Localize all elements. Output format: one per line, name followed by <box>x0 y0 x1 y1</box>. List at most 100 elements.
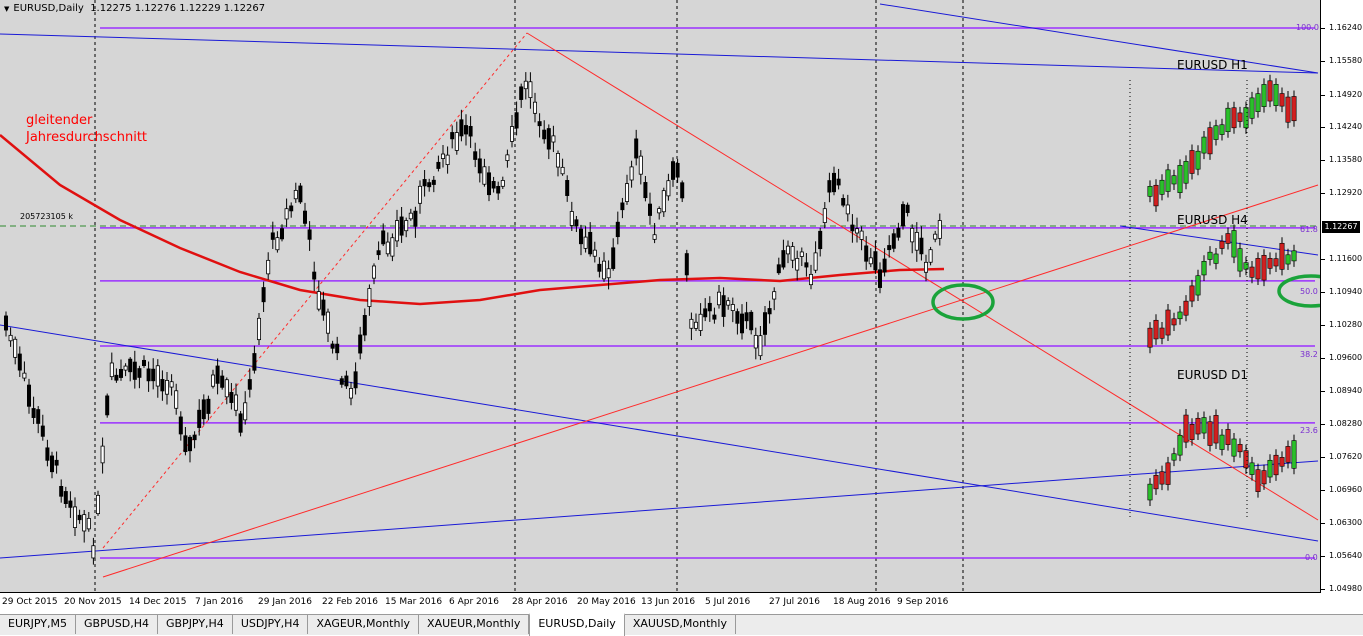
collapse-icon[interactable]: ▼ <box>4 5 9 13</box>
time-tick: 13 Jun 2016 <box>641 597 696 607</box>
inset-h4-candle <box>1189 285 1195 302</box>
candle-body <box>40 425 45 437</box>
candle-body <box>818 230 823 250</box>
price-tick: 1.11600 <box>1320 254 1363 263</box>
inset-h4-candle <box>1243 262 1249 270</box>
price-tick: 1.13580 <box>1320 155 1363 164</box>
chart-area[interactable]: ▼ EURUSD,Daily 1.12275 1.12276 1.12229 1.… <box>0 0 1321 593</box>
tab-gbpusd-h4[interactable]: GBPUSD,H4 <box>76 615 158 634</box>
candle-body <box>730 304 735 311</box>
fib-label-50: 50.0 <box>1300 287 1318 296</box>
candle-body <box>546 128 551 150</box>
candle-body <box>224 379 229 398</box>
candle-body <box>758 335 763 357</box>
candle-body <box>712 314 717 320</box>
inset-h4-candle <box>1213 253 1219 264</box>
inset-d1-candle <box>1243 450 1249 469</box>
candle-body <box>50 455 55 473</box>
inset-d1-candle <box>1291 440 1297 469</box>
candle-body <box>86 517 91 530</box>
candle-body <box>394 220 399 242</box>
price-chart[interactable] <box>0 0 1320 592</box>
candle-body <box>569 211 574 226</box>
candle-body <box>629 166 634 181</box>
tab-xauusd-monthly[interactable]: XAUUSD,Monthly <box>625 615 736 634</box>
inset-h1-candle <box>1249 97 1255 119</box>
price-tick: 1.08280 <box>1320 419 1363 428</box>
tab-eurjpy-m5[interactable]: EURJPY,M5 <box>0 615 76 634</box>
candle-body <box>473 151 478 160</box>
candle-body <box>54 459 59 466</box>
candle-body <box>229 391 234 403</box>
tab-eurusd-daily[interactable]: EURUSD,Daily <box>529 613 625 636</box>
price-tick: 1.06300 <box>1320 518 1363 527</box>
candle-body <box>514 112 519 129</box>
annotation-line1: gleitender <box>26 113 93 128</box>
inset-label-d1: EURUSD D1 <box>1177 368 1249 382</box>
tab-gbpjpy-h4[interactable]: GBPJPY,H4 <box>158 615 233 634</box>
price-tick: 1.10940 <box>1320 287 1363 296</box>
inset-d1-candle <box>1153 474 1159 490</box>
time-axis[interactable]: 29 Oct 2015 20 Nov 2015 14 Dec 2015 7 Ja… <box>0 593 1320 613</box>
candle-body <box>141 359 146 367</box>
candle-body <box>717 291 722 306</box>
candle-body <box>59 486 64 497</box>
candle-body <box>776 264 781 274</box>
candle-body <box>316 291 321 310</box>
candle-body <box>528 81 533 99</box>
inset-d1-candle <box>1165 462 1171 485</box>
time-tick: 5 Jul 2016 <box>705 597 751 607</box>
tab-xageur-monthly[interactable]: XAGEUR,Monthly <box>308 615 420 634</box>
inset-h4-candle <box>1147 327 1153 348</box>
candle-body <box>13 338 18 358</box>
candle-body <box>164 379 169 395</box>
candle-body <box>698 313 703 331</box>
inset-h4-candle <box>1291 250 1297 262</box>
candle-body <box>169 381 174 388</box>
candle-body <box>325 311 330 334</box>
candle-body <box>804 262 809 268</box>
candle-body <box>611 247 616 269</box>
candle-body <box>500 180 505 187</box>
candle-body <box>413 210 418 227</box>
candle-body <box>275 237 280 251</box>
candle-body <box>533 101 538 114</box>
candle-body <box>330 343 335 349</box>
candle-body <box>565 180 570 196</box>
tab-xaueur-monthly[interactable]: XAUEUR,Monthly <box>419 615 530 634</box>
price-axis[interactable]: 1.16240 1.15580 1.14920 1.14240 1.13580 … <box>1320 0 1363 593</box>
candle-body <box>238 413 243 433</box>
candle-body <box>440 153 445 159</box>
inset-h4-candle <box>1267 258 1273 269</box>
time-tick: 20 May 2016 <box>577 597 636 607</box>
candle-body <box>431 179 436 185</box>
price-tick: 1.05640 <box>1320 551 1363 560</box>
candle-body <box>684 253 689 276</box>
candle-body <box>178 416 183 435</box>
candle-body <box>367 288 372 307</box>
candle-body <box>850 224 855 232</box>
inset-h1-candle <box>1201 136 1207 154</box>
time-tick: 9 Sep 2016 <box>897 597 949 607</box>
tab-usdjpy-h4[interactable]: USDJPY,H4 <box>233 615 309 634</box>
inset-h4-candle <box>1153 319 1159 340</box>
candle-body <box>491 181 496 189</box>
candle-body <box>694 321 699 329</box>
candle-body <box>486 172 491 196</box>
inset-d1-candle <box>1201 417 1207 434</box>
candle-body <box>744 312 749 322</box>
candle-body <box>740 313 745 334</box>
candle-body <box>344 375 349 387</box>
candle-body <box>652 234 657 240</box>
inset-d1-candle <box>1183 414 1189 443</box>
candle-body <box>146 368 151 382</box>
inset-h1-candle <box>1207 127 1213 155</box>
inset-d1-candle <box>1195 417 1201 435</box>
candle-body <box>625 183 630 202</box>
candle-body <box>119 368 124 378</box>
price-tick: 1.12920 <box>1320 188 1363 197</box>
inset-d1-candle <box>1159 471 1165 485</box>
trend-line-red <box>102 184 1319 578</box>
candle-body <box>307 229 312 240</box>
candle-body <box>919 237 924 255</box>
